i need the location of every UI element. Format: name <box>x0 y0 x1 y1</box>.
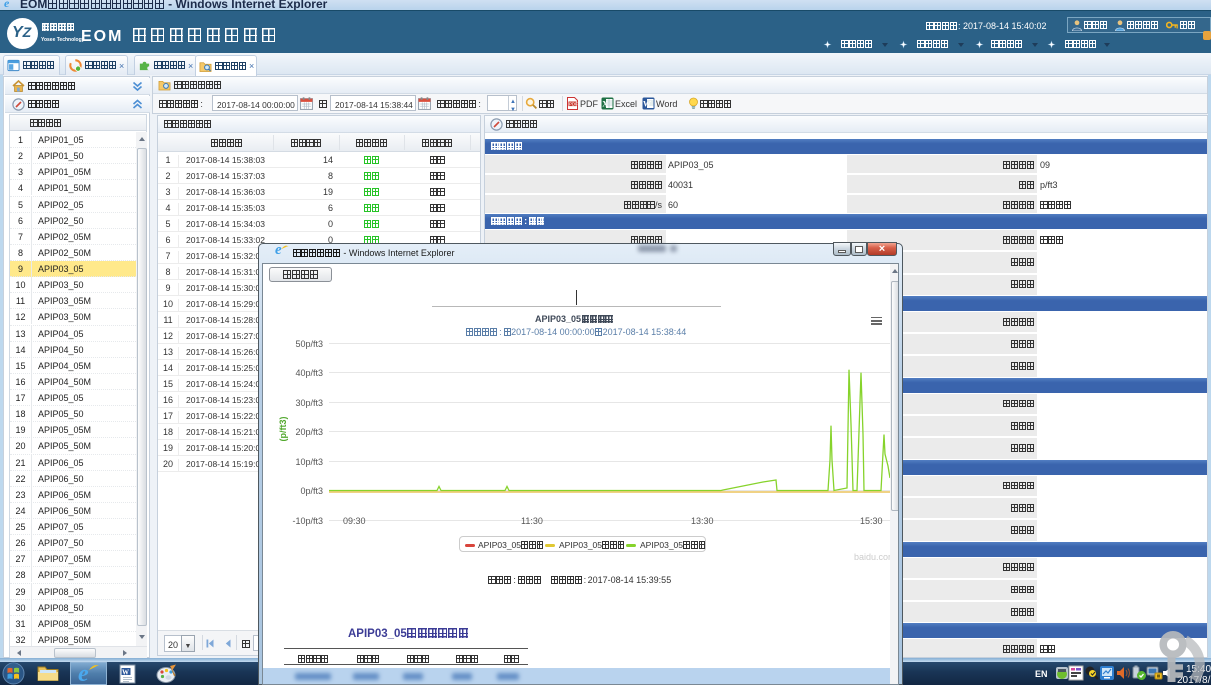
svg-text:W: W <box>122 669 129 677</box>
svg-text:W: W <box>643 100 651 109</box>
svg-text:X: X <box>602 100 608 109</box>
svg-text:PDF: PDF <box>569 101 578 106</box>
